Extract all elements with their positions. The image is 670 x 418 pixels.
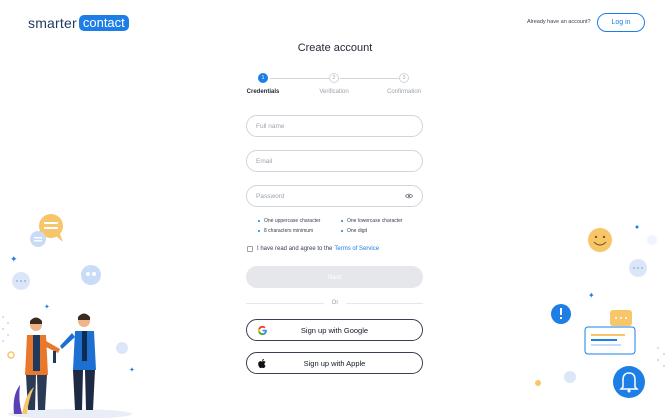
dot-icon [635, 225, 639, 229]
password-rule: 8 characters minimum [258, 228, 313, 234]
logo-text-smarter: smarter [28, 15, 77, 31]
ring-icon [7, 351, 15, 359]
step-1-dot: 1 [258, 73, 268, 83]
typing-bubble-icon [629, 259, 647, 277]
bullet-icon [258, 230, 260, 232]
or-text: Or [331, 300, 339, 306]
or-divider-right [346, 303, 423, 304]
step-3-label: Confirmation [386, 89, 421, 95]
chat-window-icon [584, 310, 636, 355]
password-rule: One lowercase character [341, 218, 403, 224]
full-name-field[interactable] [246, 115, 423, 137]
password-rule: One digit [341, 228, 367, 234]
password-input[interactable] [256, 192, 406, 200]
stepper-line-2 [340, 78, 399, 79]
terms-agreement: I have read and agree to the Terms of Se… [247, 246, 379, 252]
bullet-icon [341, 220, 343, 222]
chat-bubble-icon [30, 231, 46, 247]
sparkle-icon: ✦ [588, 291, 595, 300]
person-right-illustration [60, 313, 96, 410]
apple-signup-label: Sign up with Apple [303, 358, 366, 368]
password-rule: One uppercase character [258, 218, 320, 224]
login-button[interactable]: Log in [597, 13, 645, 32]
google-signup-button[interactable]: Sign up with Google [246, 319, 423, 341]
password-field[interactable] [246, 185, 423, 207]
right-illustration: ✦ [535, 225, 665, 398]
apple-signup-button[interactable]: Sign up with Apple [246, 352, 423, 374]
google-icon [257, 325, 267, 336]
terms-of-service-link[interactable]: Terms of Service [334, 246, 379, 252]
key-icon [53, 351, 56, 363]
sparkle-icon: ✦ [129, 366, 135, 374]
step-1-label: Credentials [246, 89, 280, 95]
email-field[interactable] [246, 150, 423, 172]
google-signup-label: Sign up with Google [300, 325, 369, 335]
or-divider-left [246, 303, 324, 304]
bullet-icon [258, 220, 260, 222]
email-input[interactable] [256, 157, 406, 165]
smiley-icon [588, 228, 612, 252]
sparkle-icon: ✦ [44, 303, 50, 311]
small-bubble-icon [116, 342, 128, 354]
full-name-input[interactable] [256, 122, 406, 130]
bell-badge-icon [613, 366, 645, 398]
eye-icon[interactable] [405, 193, 413, 199]
small-bubble-icon [564, 371, 576, 383]
stepper-line-1 [270, 78, 329, 79]
already-have-account-text: Already have an account? [527, 19, 591, 25]
terms-agree-text: I have read and agree to the [257, 246, 333, 252]
alert-badge-icon [551, 304, 571, 324]
step-3-dot: 3 [399, 73, 409, 83]
dot-icon [535, 380, 541, 386]
apple-icon [258, 358, 266, 369]
quote-bubble-icon [81, 265, 101, 285]
logo[interactable]: smarter contact [28, 15, 129, 31]
next-button[interactable]: Next [246, 266, 423, 288]
bullet-icon [341, 230, 343, 232]
typing-bubble-icon [12, 272, 30, 290]
dot-pattern-icon [657, 347, 665, 367]
small-bubble-icon [647, 235, 657, 245]
dot-pattern-icon [2, 316, 9, 342]
step-2-dot: 2 [329, 73, 339, 83]
step-2-label: Verification [319, 89, 349, 95]
sparkle-icon: ✦ [10, 255, 18, 265]
logo-text-contact: contact [78, 15, 129, 31]
left-illustration: ✦ ✦ ✦ [2, 214, 135, 418]
terms-checkbox[interactable] [247, 246, 253, 252]
page-title: Create account [297, 42, 373, 54]
